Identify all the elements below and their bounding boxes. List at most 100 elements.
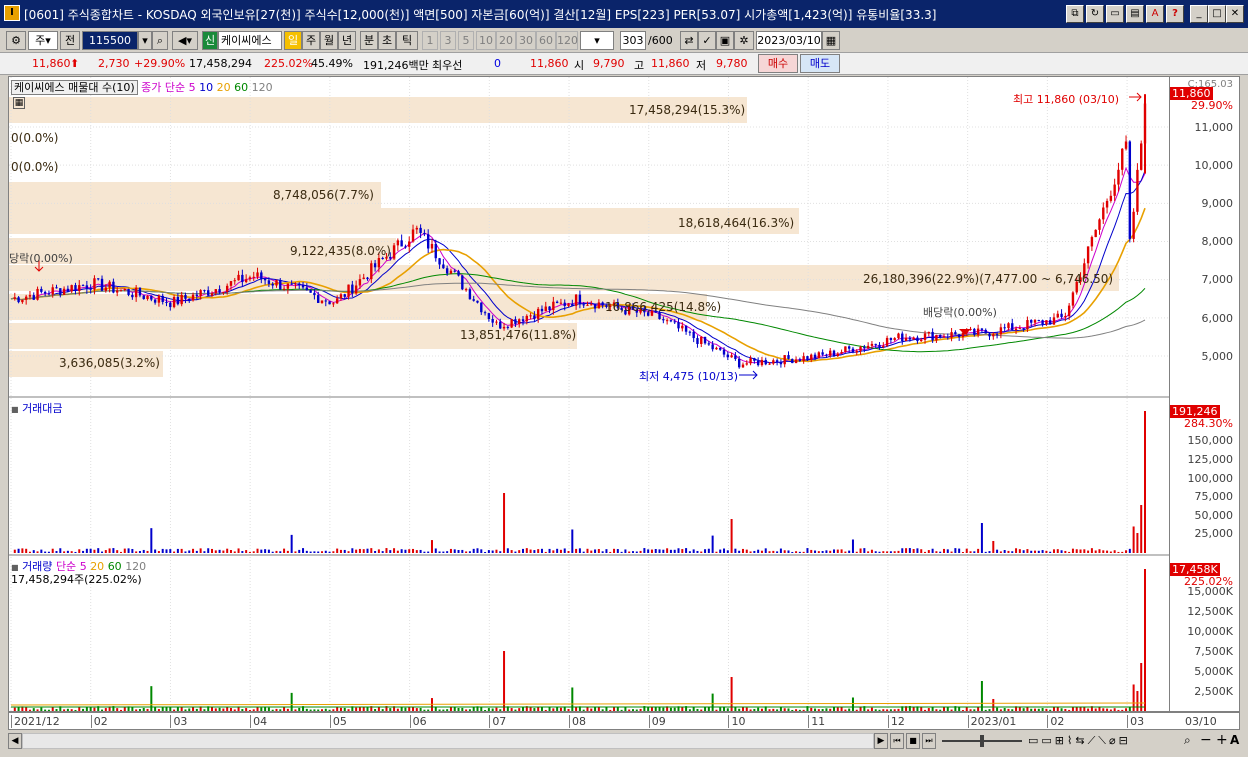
candle-body — [419, 227, 422, 233]
calendar-icon[interactable]: ▦ — [822, 31, 840, 50]
candle-body — [920, 339, 923, 342]
zoom-slider-thumb[interactable] — [980, 735, 984, 747]
volume-bar — [631, 709, 634, 711]
candle-body — [923, 333, 927, 340]
sell-button[interactable]: 매도 — [800, 54, 840, 73]
candle-body — [1045, 320, 1048, 325]
interval-120[interactable]: 120 — [556, 31, 578, 50]
period-second[interactable]: 초 — [378, 31, 396, 50]
save-icon[interactable]: ▣ — [716, 31, 734, 50]
period-tick[interactable]: 틱 — [396, 31, 418, 50]
candle-body — [286, 283, 290, 289]
code-input[interactable]: 115500 — [82, 31, 138, 50]
settings-icon[interactable]: ⚙ — [6, 31, 26, 50]
interval-3[interactable]: 3 — [440, 31, 456, 50]
amount-last-pct: 284.30% — [1184, 417, 1233, 430]
amount-bar — [654, 549, 657, 553]
amount-bar — [438, 551, 441, 553]
amount-bar — [1128, 548, 1131, 553]
copy-icon[interactable]: ▭ — [1106, 5, 1124, 23]
search-icon[interactable]: ⌕ — [152, 31, 168, 50]
period-year[interactable]: 년 — [338, 31, 356, 50]
interval-20[interactable]: 20 — [496, 31, 516, 50]
amount-bar — [294, 551, 297, 553]
stock-name[interactable]: 케이씨에스 — [218, 31, 282, 50]
count-input[interactable]: 303 — [620, 31, 646, 50]
interval-30[interactable]: 30 — [516, 31, 536, 50]
volume-bar — [886, 709, 889, 711]
volume-bar — [396, 708, 399, 711]
link-icon[interactable]: ⧉ — [1066, 5, 1084, 23]
interval-10[interactable]: 10 — [476, 31, 496, 50]
font-size-icon[interactable]: A — [1230, 733, 1239, 747]
date-label: 03 — [1127, 715, 1144, 728]
candle-body — [248, 277, 252, 280]
date-input[interactable]: 2023/03/10 — [756, 31, 822, 50]
interval-5[interactable]: 5 — [458, 31, 474, 50]
amount-bar — [1064, 550, 1067, 553]
amount-bar — [639, 550, 642, 553]
gear-icon[interactable]: ✲ — [734, 31, 754, 50]
close-button[interactable]: ✕ — [1226, 5, 1244, 23]
candle-body — [791, 358, 794, 364]
period-minute[interactable]: 분 — [360, 31, 378, 50]
interval-1[interactable]: 1 — [422, 31, 438, 50]
stop-icon[interactable]: ■ — [906, 733, 920, 749]
help-icon[interactable]: ? — [1166, 5, 1184, 23]
forward-icon[interactable]: ⏭ — [922, 733, 936, 749]
period-day[interactable]: 일 — [284, 31, 302, 50]
scroll-left-icon[interactable]: ◀ — [8, 733, 22, 749]
date-label: 08 — [569, 715, 586, 728]
price-panel-title[interactable]: 케이씨에스 매물대 수(10) — [11, 80, 138, 95]
code-dropdown-icon[interactable]: ▾ — [138, 31, 152, 50]
amount-bar — [650, 549, 653, 553]
amount-bar — [66, 550, 69, 553]
volume-bar — [317, 709, 320, 711]
candle-body — [741, 364, 745, 368]
zoom-icon[interactable]: ⌕ — [1184, 733, 1191, 748]
vp-label-4: 8,748,056(7.7%) — [273, 188, 374, 202]
volume-bar — [1018, 707, 1021, 711]
candle-body — [590, 304, 593, 306]
interval-60[interactable]: 60 — [536, 31, 556, 50]
candle-body — [806, 356, 809, 360]
scroll-right-icon[interactable]: ▶ — [874, 733, 888, 749]
volume-bar — [408, 707, 411, 711]
amount-bar — [472, 548, 475, 553]
period-month[interactable]: 월 — [320, 31, 338, 50]
volume-bar — [711, 693, 714, 711]
rewind-icon[interactable]: ⏮ — [890, 733, 904, 749]
minimize-button[interactable]: _ — [1190, 5, 1208, 23]
period-week[interactable]: 주 — [302, 31, 320, 50]
vp-label-2: 0(0.0%) — [11, 131, 59, 145]
volume-bar — [582, 709, 585, 711]
chart-tool-icon[interactable]: ✓ — [698, 31, 716, 50]
buy-button[interactable]: 매수 — [758, 54, 798, 73]
amount-bar — [233, 551, 236, 553]
zoom-out-icon[interactable]: − — [1200, 732, 1212, 748]
volume-bar — [320, 709, 323, 711]
refresh-icon[interactable]: ↻ — [1086, 5, 1104, 23]
candle-body — [988, 333, 991, 337]
custom-interval-select[interactable]: ▾ — [580, 31, 614, 50]
grid-icon[interactable]: ▦ — [13, 97, 25, 109]
prev-button[interactable]: 전 — [60, 31, 80, 50]
amount-panel-title[interactable]: 거래대금 — [22, 402, 62, 415]
maximize-button[interactable]: □ — [1208, 5, 1226, 23]
candle-body — [434, 243, 437, 259]
app-icon: I — [4, 5, 20, 21]
period-select[interactable]: 주▾ — [28, 31, 58, 50]
amount-bar — [415, 550, 418, 553]
font-icon[interactable]: A — [1146, 5, 1164, 23]
zoom-in-icon[interactable]: + — [1216, 732, 1228, 748]
volume-bar — [935, 709, 938, 711]
table-icon[interactable]: ▤ — [1126, 5, 1144, 23]
candle-body — [252, 276, 255, 278]
drawing-tools-icon[interactable]: ▭▭⊞⌇⇆⟋⟍⌀⊟ — [1028, 734, 1131, 748]
speaker-icon[interactable]: ◀▾ — [172, 31, 198, 50]
arrows-icon[interactable]: ⇄ — [680, 31, 698, 50]
scroll-track[interactable] — [22, 733, 874, 749]
chart-area[interactable]: 케이씨에스 매물대 수(10) 종가 단순 5 10 20 60 120 ▦ 1… — [8, 76, 1171, 713]
amount-bar — [1106, 550, 1109, 553]
volume-bar — [1022, 708, 1025, 711]
